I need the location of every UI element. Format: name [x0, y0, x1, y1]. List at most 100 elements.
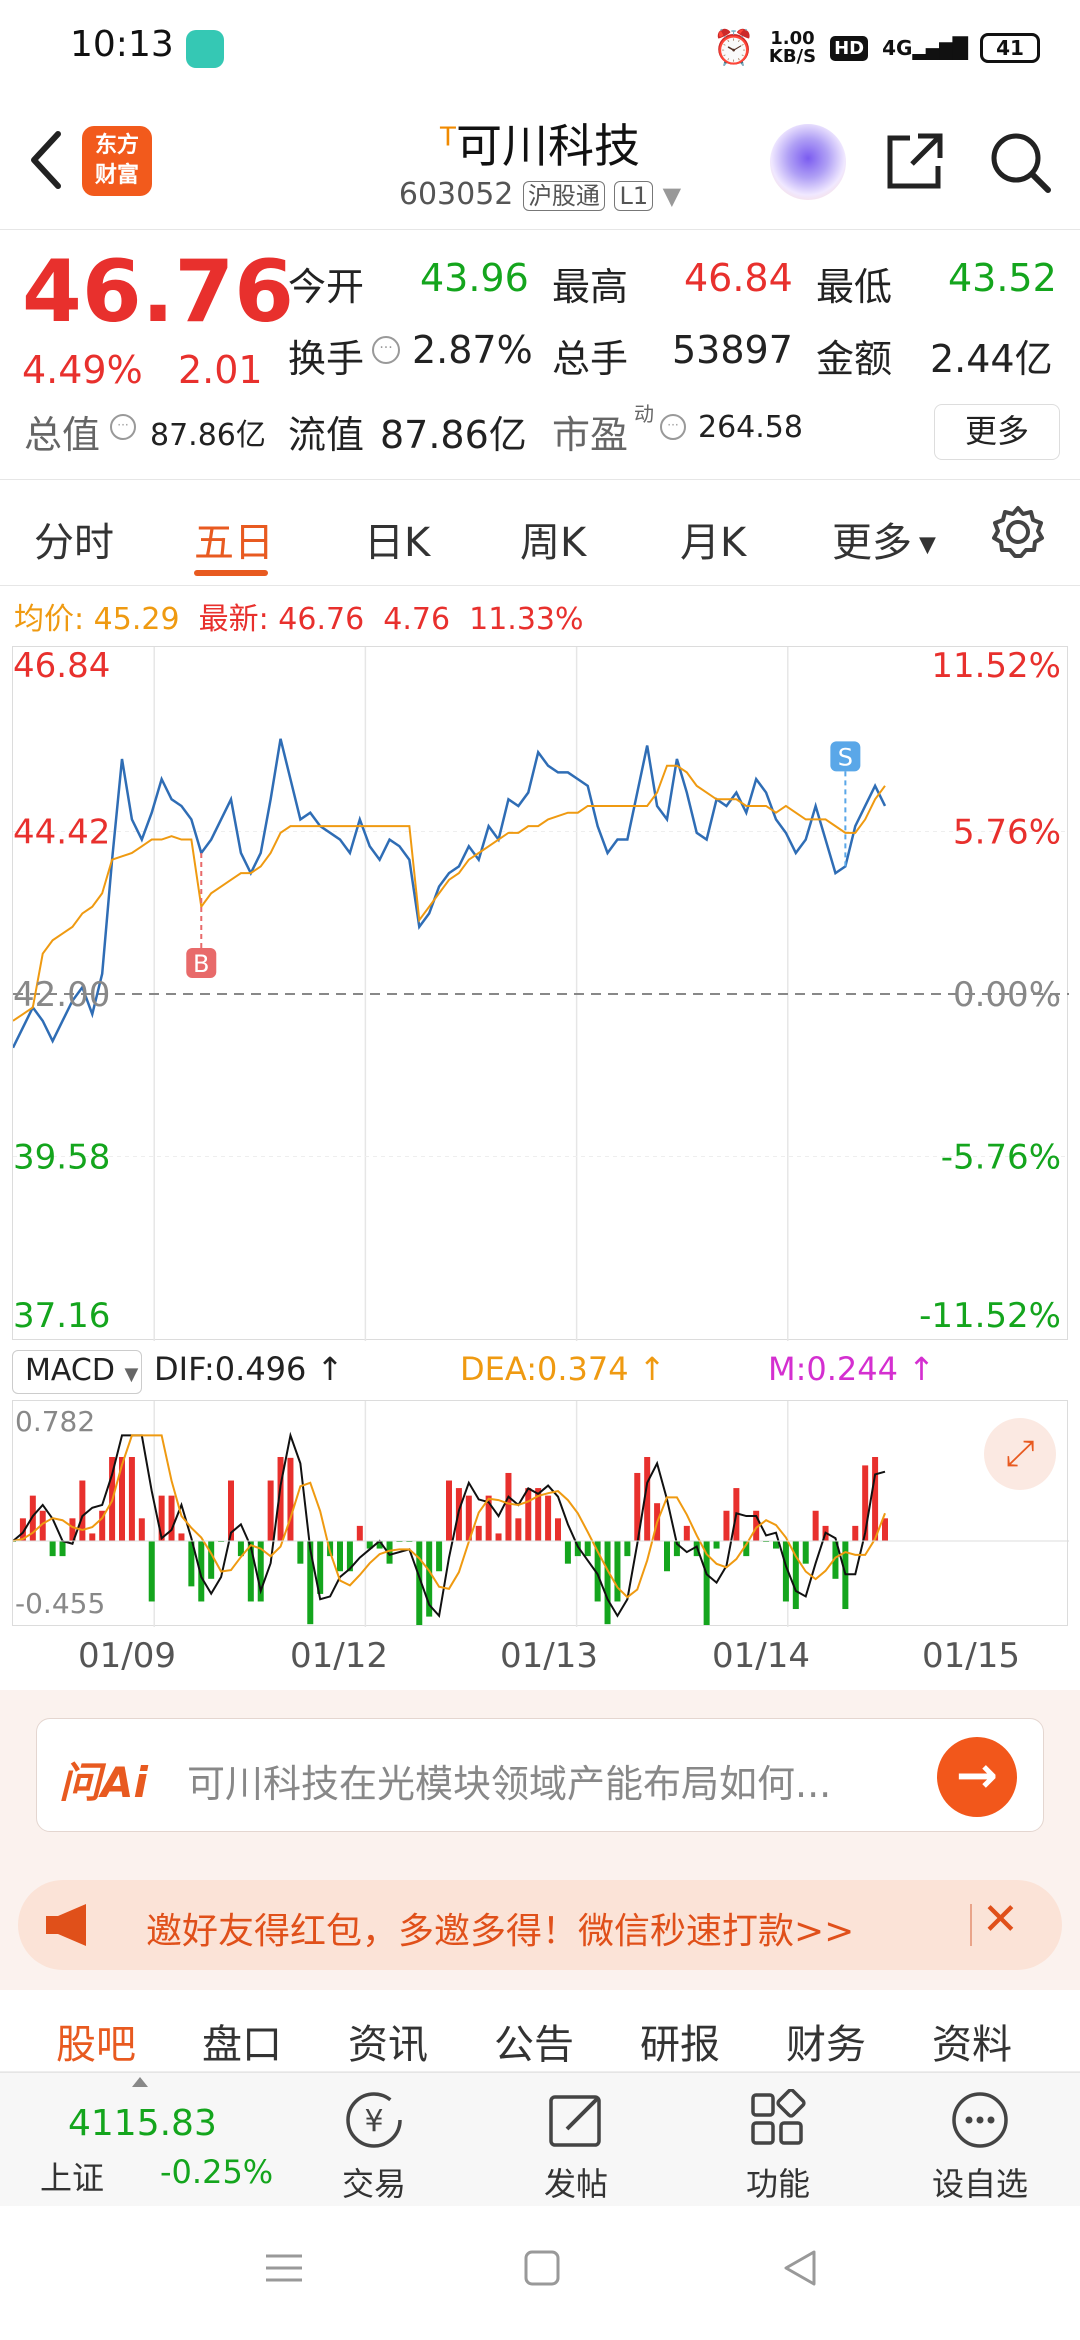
- macd-bar: [446, 1480, 452, 1541]
- share-icon[interactable]: [882, 130, 946, 194]
- high-value: 46.84: [684, 256, 793, 300]
- marker-label: S: [838, 743, 853, 771]
- open-value: 43.96: [420, 256, 529, 300]
- post-button[interactable]: 发帖: [496, 2089, 656, 2205]
- date-label: 01/12: [290, 1636, 388, 1676]
- stock-code: 603052: [398, 177, 514, 212]
- chart-info-row: 均价: 45.29 最新: 46.76 4.76 11.33%: [14, 594, 584, 638]
- subtab-announcements[interactable]: 公告: [494, 2012, 574, 2070]
- macd-bar: [89, 1533, 96, 1541]
- quote-panel: 46.76 4.49% 2.01 今开 43.96 最高 46.84 最低 43…: [0, 232, 1080, 480]
- dea-label: DEA:0.374 ↑: [460, 1350, 666, 1388]
- macd-bar: [337, 1541, 343, 1572]
- subtab-orderbook[interactable]: 盘口: [202, 2012, 282, 2070]
- macd-bar: [128, 1457, 135, 1541]
- tab-monthly-k[interactable]: 月K: [680, 510, 746, 568]
- menu-icon[interactable]: [262, 2246, 306, 2301]
- invite-promo-banner[interactable]: 邀好友得红包，多邀多得！微信秒速打款>> ✕: [18, 1880, 1062, 1970]
- svg-text:¥: ¥: [364, 2104, 383, 2139]
- tab-weekly-k[interactable]: 周K: [520, 510, 586, 568]
- macd-max-label: 0.782: [15, 1405, 95, 1438]
- chart-canvas: B S 46.84 44.42 42.00 39.58 37.16 11.52% 5.76% 0.…: [11, 646, 1069, 1341]
- macd-bar: [604, 1541, 611, 1625]
- latest-value: 46.76: [278, 602, 365, 637]
- home-icon[interactable]: [520, 2246, 564, 2301]
- macd-bar: [852, 1525, 859, 1541]
- subtab-news[interactable]: 资讯: [348, 2012, 428, 2070]
- up-arrow-icon: [132, 2077, 148, 2087]
- index-ticker[interactable]: 4115.83 上证 -0.25%: [0, 2073, 280, 2207]
- info-icon[interactable]: ···: [660, 414, 686, 440]
- macd-bar: [79, 1480, 86, 1541]
- subtab-profile[interactable]: 资料: [932, 2012, 1012, 2070]
- m-label: M:0.244 ↑: [768, 1350, 935, 1388]
- arrow-right-icon[interactable]: →: [937, 1737, 1017, 1817]
- pe-label: 市盈: [552, 413, 629, 457]
- macd-bar: [297, 1541, 304, 1564]
- ai-robot-avatar[interactable]: [770, 124, 846, 200]
- macd-bar: [287, 1457, 294, 1541]
- status-icons: ⏰ 1.00 KB/S HD 4G▂▄▆█ 41: [713, 26, 1040, 70]
- macd-bar: [683, 1525, 690, 1541]
- dif-label: DIF:0.496 ↑: [154, 1350, 344, 1388]
- tab-five-day[interactable]: 五日: [194, 510, 274, 568]
- five-day-chart[interactable]: B S 46.84 44.42 42.00 39.58 37.16 11.52% 5.76% 0.…: [11, 646, 1069, 1341]
- search-icon[interactable]: [986, 128, 1054, 196]
- float-value-label: 流值: [288, 413, 365, 457]
- indicator-select[interactable]: MACD ▼: [12, 1350, 142, 1394]
- macd-bar: [495, 1533, 502, 1541]
- info-icon[interactable]: ···: [372, 336, 400, 364]
- system-nav-bar: [0, 2206, 1080, 2340]
- macd-bar: [49, 1541, 56, 1557]
- info-tabs: 股吧 盘口 资讯 公告 研报 财务 资料: [0, 1994, 1080, 2072]
- y-tick-right: -5.76%: [941, 1138, 1061, 1178]
- macd-chart[interactable]: 0.782 -0.455: [10, 1400, 1069, 1627]
- trade-button[interactable]: ¥ 交易: [294, 2089, 454, 2205]
- market-tag: 沪股通: [522, 181, 605, 211]
- subtab-finance[interactable]: 财务: [786, 2012, 866, 2070]
- subtab-research[interactable]: 研报: [640, 2012, 720, 2070]
- functions-button[interactable]: 功能: [698, 2088, 858, 2205]
- more-button[interactable]: 更多: [934, 404, 1060, 460]
- status-time: 10:13: [70, 24, 174, 65]
- macd-bar: [802, 1541, 809, 1564]
- alarm-icon: ⏰: [712, 28, 755, 68]
- level-tag: L1: [614, 181, 654, 211]
- total-value: 87.86亿: [150, 418, 266, 453]
- subtab-forum[interactable]: 股吧: [56, 2012, 136, 2070]
- dropdown-icon[interactable]: ▼: [663, 182, 681, 210]
- add-watchlist-button[interactable]: 设自选: [900, 2089, 1060, 2205]
- macd-bar: [713, 1541, 720, 1549]
- amount-label: 金额: [816, 337, 893, 381]
- volume-label: 总手: [552, 337, 629, 381]
- macd-bar: [475, 1525, 482, 1541]
- edit-icon: [496, 2089, 656, 2155]
- tab-daily-k[interactable]: 日K: [364, 510, 430, 568]
- info-icon[interactable]: ···: [110, 414, 136, 440]
- divider: [970, 1904, 972, 1946]
- close-icon[interactable]: ✕: [982, 1894, 1019, 1945]
- low-value: 43.52: [948, 256, 1057, 300]
- back-nav-icon[interactable]: [778, 2246, 822, 2301]
- settings-gear-icon[interactable]: [990, 504, 1046, 560]
- macd-bar: [545, 1495, 552, 1541]
- more-dots-icon: [900, 2089, 1060, 2155]
- expand-icon[interactable]: ⤢: [984, 1418, 1056, 1490]
- status-bar: 10:13 ⏰ 1.00 KB/S HD 4G▂▄▆█ 41: [0, 0, 1080, 96]
- ai-question-box[interactable]: 问Ai 可川科技在光模块领域产能布局如何... →: [36, 1718, 1044, 1832]
- macd-legend: MACD ▼ DIF:0.496 ↑ DEA:0.374 ↑ M:0.244 ↑: [12, 1346, 1068, 1398]
- marker-label: B: [193, 950, 209, 978]
- tab-more[interactable]: 更多 ▼: [832, 510, 936, 568]
- pe-value: 264.58: [698, 410, 803, 445]
- y-tick-left: 42.00: [13, 975, 110, 1015]
- ai-logo: 问Ai: [59, 1758, 148, 1807]
- macd-bar: [564, 1541, 571, 1564]
- current-price: 46.76: [22, 242, 295, 342]
- y-tick-right: 5.76%: [953, 813, 1061, 853]
- tab-intraday[interactable]: 分时: [34, 510, 114, 568]
- macd-bar: [148, 1541, 155, 1602]
- macd-bar: [138, 1518, 145, 1541]
- ai-question-text[interactable]: 可川科技在光模块领域产能布局如何...: [187, 1753, 907, 1808]
- promo-text[interactable]: 邀好友得红包，多邀多得！微信秒速打款>>: [146, 1902, 854, 1954]
- latest-label: 最新:: [198, 602, 269, 637]
